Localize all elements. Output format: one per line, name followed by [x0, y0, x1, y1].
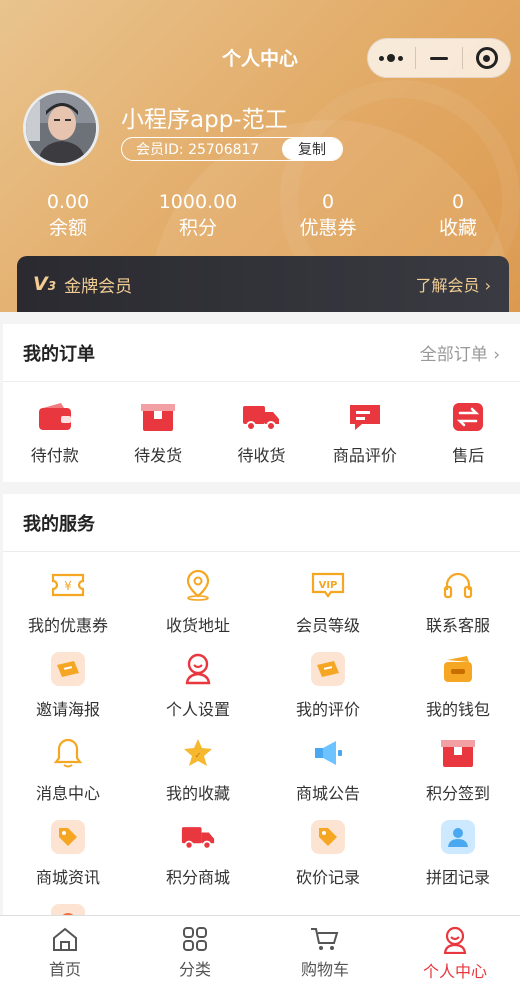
cart-icon — [311, 928, 339, 950]
order-pending-receipt[interactable]: 待收货 — [210, 382, 313, 482]
tab-label: 购物车 — [300, 960, 349, 979]
tab-home[interactable]: 首页 — [0, 916, 130, 983]
chevron-right-icon: › — [484, 276, 491, 295]
orders-header: 我的订单 全部订单 › — [3, 324, 520, 382]
stat-points[interactable]: 1000.00 积分 — [133, 190, 263, 242]
copy-button[interactable]: 复制 — [282, 138, 342, 160]
chevron-right-icon: › — [493, 345, 500, 365]
wallet-icon — [444, 656, 472, 682]
star-icon: ✓ — [184, 739, 212, 766]
stat-coupons[interactable]: 0 优惠券 — [263, 190, 393, 242]
tab-category[interactable]: 分类 — [130, 916, 260, 983]
tab-profile[interactable]: 个人中心 — [390, 916, 520, 983]
tag-icon — [59, 828, 77, 846]
box-icon — [141, 404, 176, 431]
all-orders-link[interactable]: 全部订单 › — [420, 340, 500, 365]
tab-label: 个人中心 — [422, 962, 487, 981]
svg-text:VIP: VIP — [319, 580, 338, 591]
stat-balance[interactable]: 0.00 余额 — [3, 190, 133, 242]
truck-icon — [243, 406, 280, 431]
stat-value: 0 — [451, 191, 465, 213]
stat-label: 收藏 — [438, 217, 477, 239]
close-target-icon — [475, 47, 498, 69]
service-invite-poster[interactable]: 邀请海报 — [3, 652, 133, 720]
services-title: 我的服务 — [23, 513, 95, 535]
order-pending-shipment[interactable]: 待发货 — [106, 382, 209, 482]
orders-card: 我的订单 全部订单 › 待付款 待发货 待收货 商品评价 售后 — [3, 324, 520, 482]
vip-level-badge: V3 — [33, 273, 57, 295]
tab-label: 分类 — [178, 960, 211, 979]
ticket-icon — [317, 661, 339, 677]
member-id-pill: 会员ID: 25706817 复制 — [121, 137, 343, 161]
user-icon — [185, 653, 211, 685]
service-group-buy-records[interactable]: 拼团记录 — [393, 820, 520, 888]
group-icon — [448, 828, 468, 847]
stat-label: 余额 — [48, 217, 87, 239]
service-customer-support[interactable]: 联系客服 — [393, 568, 520, 636]
vip-title: 金牌会员 — [64, 276, 133, 297]
minimize-icon — [429, 56, 448, 60]
service-my-favorites[interactable]: ✓ 我的收藏 — [133, 736, 263, 804]
box-icon — [441, 740, 475, 767]
service-bargain-records[interactable]: 砍价记录 — [263, 820, 393, 888]
exchange-icon — [453, 403, 484, 431]
stat-favorites[interactable]: 0 收藏 — [393, 190, 520, 242]
svg-text:¥: ¥ — [64, 579, 72, 593]
service-personal-settings[interactable]: 个人设置 — [133, 652, 263, 720]
comment-icon — [349, 405, 380, 430]
grid-icon — [183, 927, 207, 951]
tag-icon — [319, 828, 337, 846]
order-after-sales[interactable]: 售后 — [417, 382, 520, 482]
service-my-wallet[interactable]: 我的钱包 — [393, 652, 520, 720]
service-coupons[interactable]: ¥ 我的优惠券 — [3, 568, 133, 636]
close-button[interactable] — [463, 39, 510, 77]
stat-value: 0.00 — [46, 191, 90, 213]
service-address[interactable]: 收货地址 — [133, 568, 263, 636]
profile-page: 个人中心 小程序app-范工 会员ID: 25706817 复制 0.00 余额… — [0, 0, 520, 983]
location-icon — [186, 569, 210, 601]
bell-icon — [54, 738, 82, 768]
services-header: 我的服务 — [3, 494, 520, 552]
vip-more-link[interactable]: 了解会员 › — [415, 272, 491, 296]
stat-value: 0 — [321, 191, 335, 213]
coupon-icon: ¥ — [51, 573, 85, 597]
orders-title: 我的订单 — [23, 343, 95, 365]
vip-banner[interactable]: V3 金牌会员 了解会员 › — [17, 256, 509, 312]
service-member-level[interactable]: VIP 会员等级 — [263, 568, 393, 636]
tab-label: 首页 — [48, 960, 81, 979]
account-stats: 0.00 余额 1000.00 积分 0 优惠券 0 收藏 — [0, 190, 520, 246]
miniprogram-capsule — [367, 38, 511, 78]
stat-value: 1000.00 — [158, 191, 238, 213]
order-review[interactable]: 商品评价 — [313, 382, 416, 482]
svg-text:✓: ✓ — [195, 751, 202, 760]
more-menu-button[interactable] — [368, 39, 415, 77]
truck-icon — [181, 827, 215, 850]
megaphone-icon — [315, 741, 342, 765]
minimize-button[interactable] — [416, 39, 463, 77]
user-icon — [443, 926, 467, 954]
ticket-icon — [57, 661, 79, 677]
service-my-reviews[interactable]: 我的评价 — [263, 652, 393, 720]
order-status-row: 待付款 待发货 待收货 商品评价 售后 — [3, 382, 520, 482]
services-card: 我的服务 ¥ 我的优惠券 收货地址 VIP 会员等级 联系客服 邀请海报 个人设… — [3, 494, 520, 938]
wallet-icon — [38, 403, 71, 430]
bottom-tab-bar: 首页 分类 购物车 个人中心 — [0, 915, 520, 983]
user-nickname: 小程序app-范工 — [121, 107, 288, 133]
service-mall-announcement[interactable]: 商城公告 — [263, 736, 393, 804]
service-mall-news[interactable]: 商城资讯 — [3, 820, 133, 888]
stat-label: 积分 — [178, 217, 217, 239]
headset-icon — [443, 572, 473, 599]
service-points-checkin[interactable]: 积分签到 — [393, 736, 520, 804]
stat-label: 优惠券 — [299, 217, 357, 239]
service-message-center[interactable]: 消息中心 — [3, 736, 133, 804]
order-pending-payment[interactable]: 待付款 — [3, 382, 106, 482]
avatar[interactable] — [23, 90, 99, 166]
profile-header: 个人中心 小程序app-范工 会员ID: 25706817 复制 0.00 余额… — [0, 0, 520, 312]
vip-icon: VIP — [311, 572, 345, 598]
home-icon — [53, 927, 77, 951]
more-dots-icon — [379, 54, 404, 62]
service-points-mall[interactable]: 积分商城 — [133, 820, 263, 888]
member-id-text: 会员ID: 25706817 — [136, 142, 260, 158]
tab-cart[interactable]: 购物车 — [260, 916, 390, 983]
